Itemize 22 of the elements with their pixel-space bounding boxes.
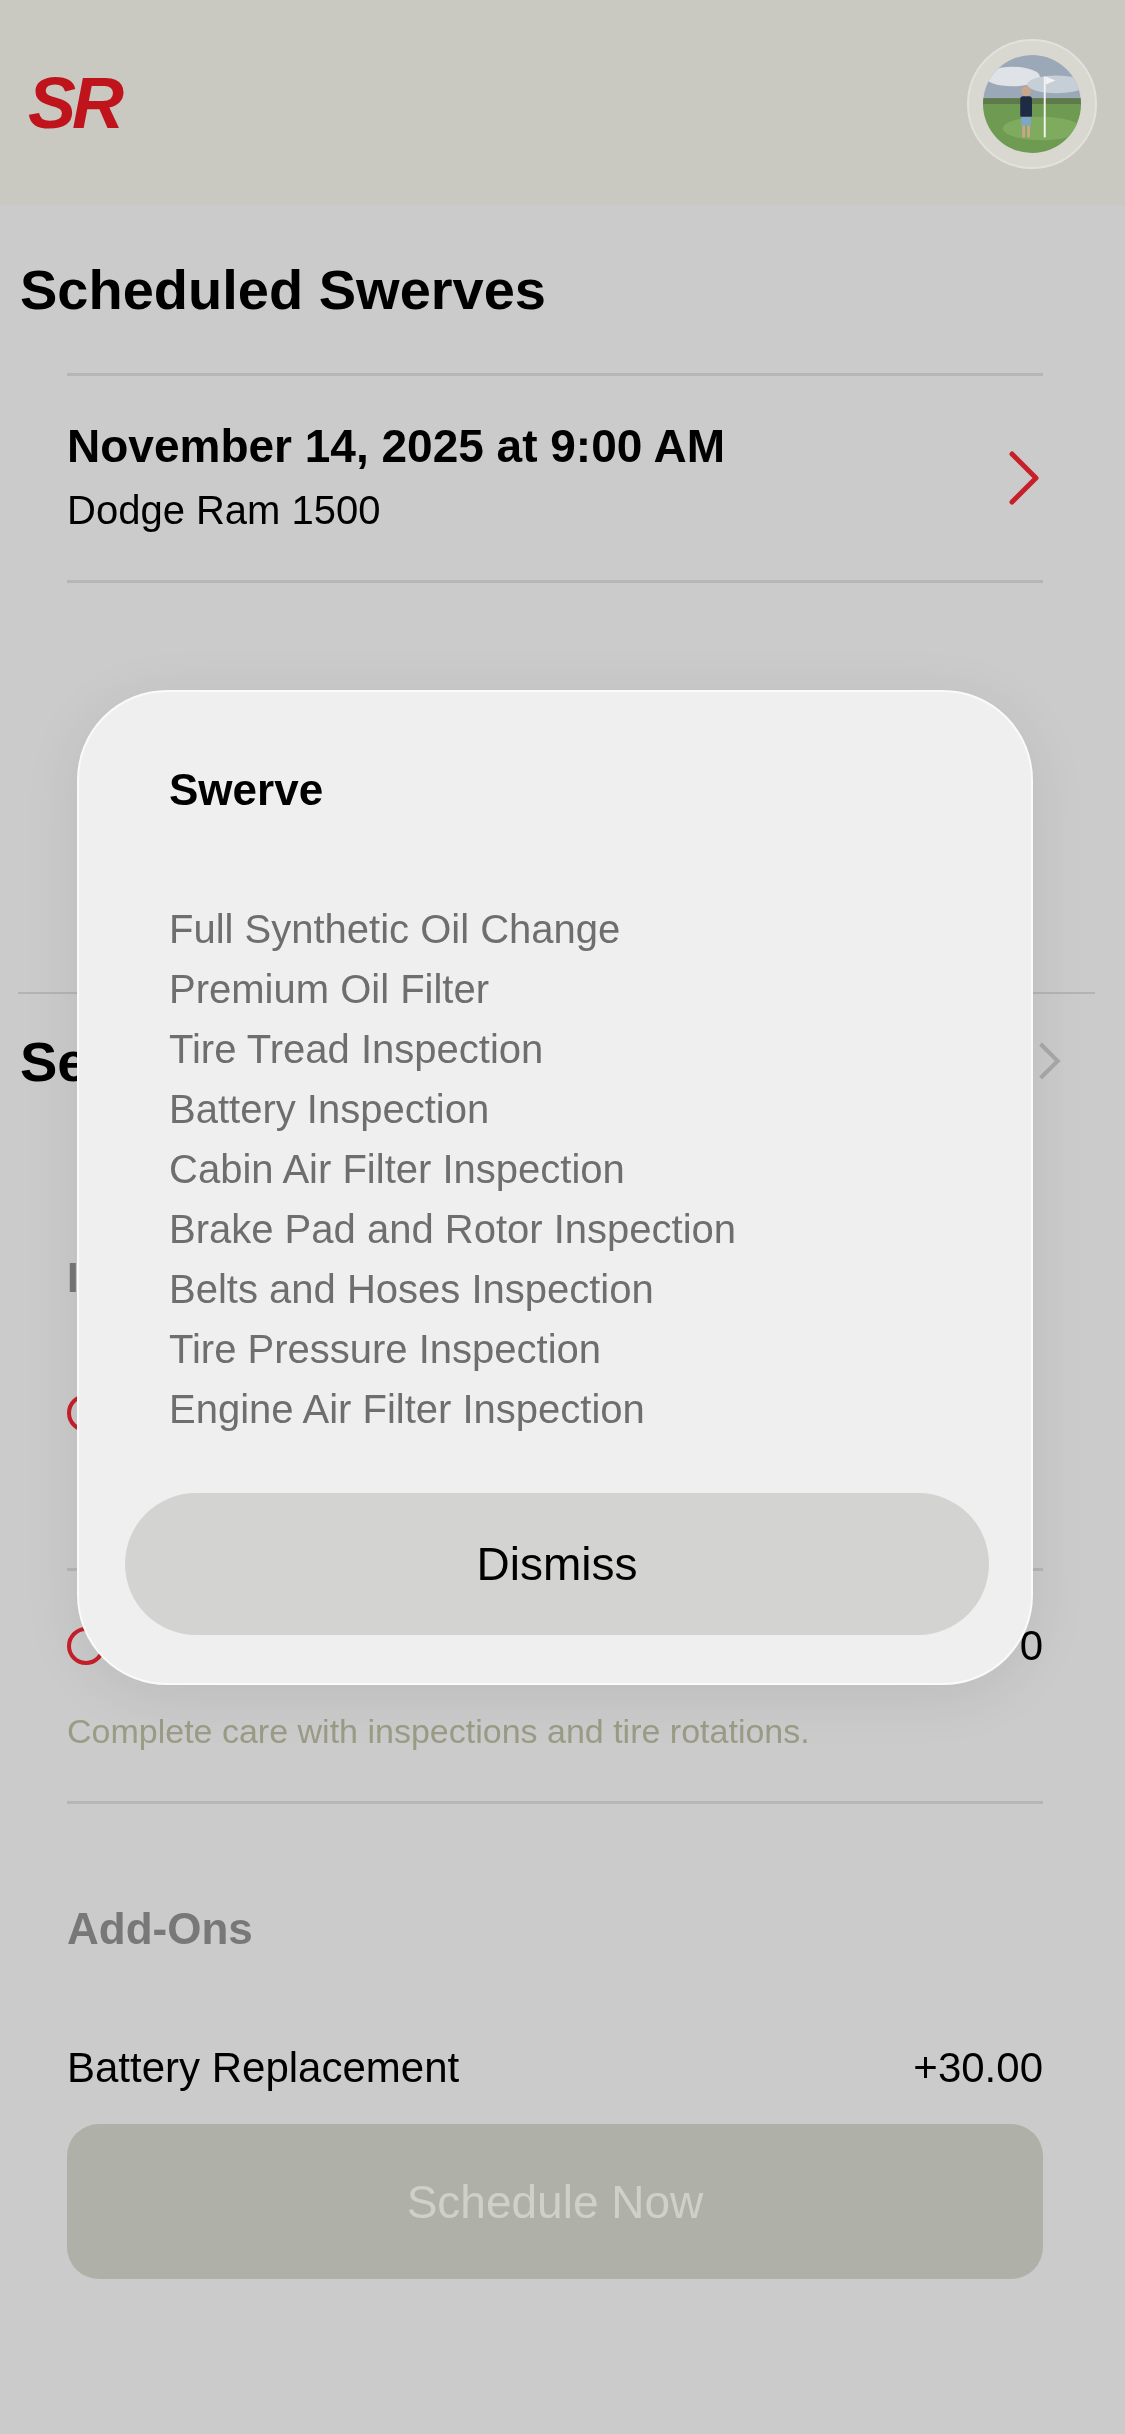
addon-name: Battery Replacement <box>67 2044 460 2092</box>
service-item: Premium Oil Filter <box>169 966 491 1013</box>
service-item: Tire Tread Inspection <box>169 1026 545 1073</box>
service-item: Cabin Air Filter Inspection <box>169 1146 626 1193</box>
service-item: Brake Pad and Rotor Inspection <box>169 1206 737 1253</box>
logo: SR <box>28 66 122 139</box>
service-item: Engine Air Filter Inspection <box>169 1386 646 1433</box>
service-item: Full Synthetic Oil Change <box>169 906 622 953</box>
vehicle-name: Dodge Ram 1500 <box>67 487 382 534</box>
service-item: Battery Inspection <box>169 1086 491 1133</box>
service-item: Tire Pressure Inspection <box>169 1326 603 1373</box>
appointment-row[interactable]: November 14, 2025 at 9:00 AM Dodge Ram 1500 <box>67 376 1043 580</box>
plan-price: 0 <box>1019 1622 1043 1670</box>
service-item: Belts and Hoses Inspection <box>169 1266 655 1313</box>
section-heading: Add-Ons <box>67 1903 253 1955</box>
plan-description: Complete care with inspections and tire rotations. <box>67 1711 811 1752</box>
addon-price: +30.00 <box>913 2044 1043 2092</box>
dismiss-button[interactable]: Dismiss <box>125 1493 989 1635</box>
modal-title: Swerve <box>169 764 325 816</box>
page-title: Scheduled Swerves <box>19 256 547 323</box>
appointment-date: November 14, 2025 at 9:00 AM <box>67 419 725 474</box>
subheading: I <box>67 1253 79 1303</box>
